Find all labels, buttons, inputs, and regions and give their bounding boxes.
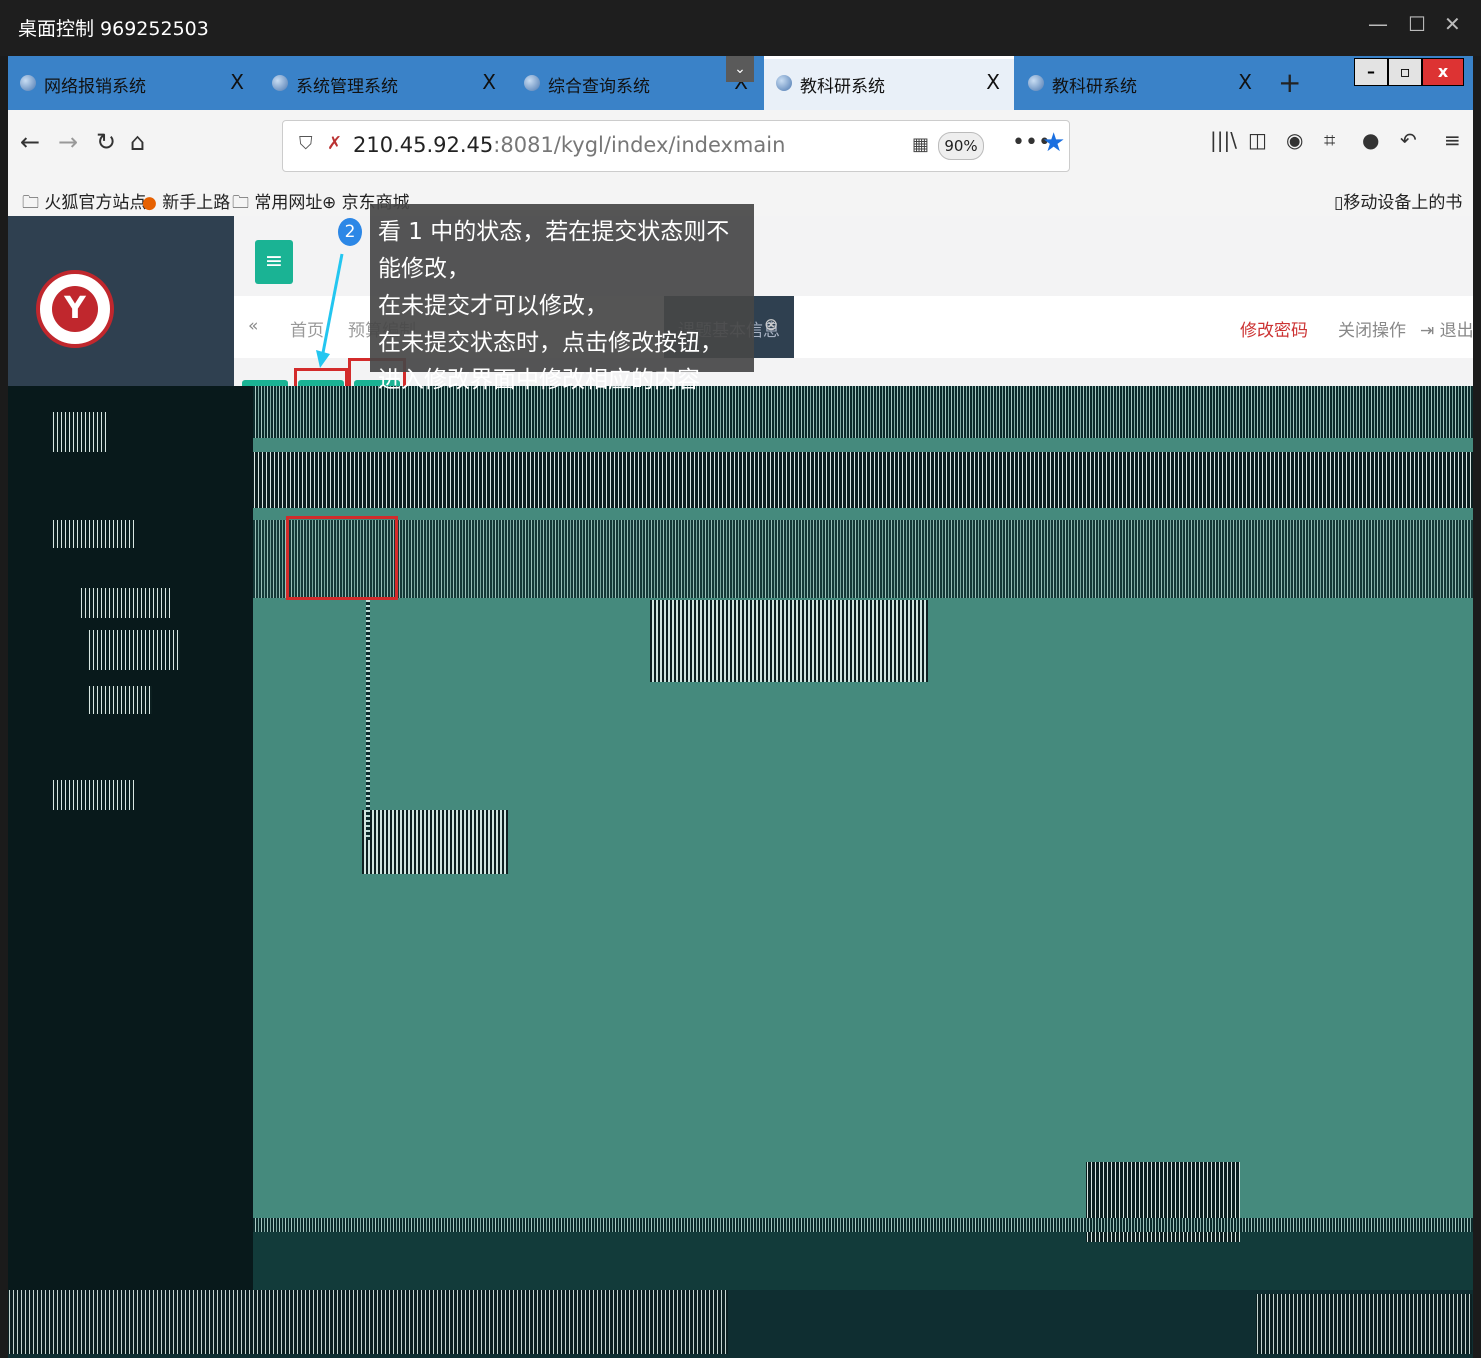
glitch-noise (52, 412, 106, 452)
library-icon[interactable]: |||\ (1210, 128, 1237, 152)
maximize-window-icon[interactable]: ☐ (1408, 12, 1426, 36)
close-tab-icon[interactable]: X (1238, 70, 1252, 94)
browser-tab-label: 网络报销系统 (44, 77, 146, 97)
browser-tab-label: 综合查询系统 (548, 77, 650, 97)
logo-emblem: Y (52, 286, 98, 332)
glitch-noise (88, 686, 152, 714)
tabs-scroll-left-icon[interactable]: « (248, 316, 258, 336)
close-operations-dropdown[interactable]: 关闭操作 (1338, 316, 1406, 341)
logout-label: 退出 (1439, 321, 1474, 341)
callout-line: 在未提交才可以修改， (378, 293, 608, 319)
university-logo: Y (36, 270, 114, 348)
menu-icon[interactable]: ≡ (1444, 128, 1461, 152)
callout-line: 进入修改界面中修改相应的内容 (378, 367, 700, 393)
globe-icon (272, 75, 288, 91)
glitch-noise (253, 1218, 1473, 1232)
status-highlight-box (286, 516, 398, 600)
qr-code-icon[interactable]: ▦ (912, 134, 929, 155)
url-path: :8081/kygl/index/indexmain (493, 133, 786, 157)
insecure-lock-icon[interactable]: ✗ (327, 133, 342, 154)
close-tab-icon[interactable]: X (482, 70, 496, 94)
bookmark-item[interactable]: 🗀 火狐官方站点 (22, 188, 146, 219)
glitch-line (366, 600, 370, 840)
globe-icon (1028, 75, 1044, 91)
account-icon[interactable]: ◉ (1286, 128, 1303, 152)
glitch-noise (650, 600, 928, 682)
folder-icon: 🗀 (232, 193, 249, 213)
globe-icon (20, 75, 36, 91)
bookmark-star-icon[interactable]: ★ (1042, 128, 1065, 158)
globe-icon: ⊕ (322, 193, 337, 213)
glitch-noise (253, 452, 1473, 508)
home-icon[interactable]: ⌂ (130, 128, 145, 156)
glitch-noise (88, 630, 180, 670)
glitch-noise (52, 520, 134, 548)
instruction-callout: 看 1 中的状态，若在提交状态则不能修改， 在未提交才可以修改， 在未提交状态时… (370, 204, 754, 393)
browser-tab[interactable]: 综合查询系统 X (512, 56, 762, 110)
chevron-down-icon[interactable]: ⌄ (726, 56, 754, 82)
url-text[interactable]: 210.45.92.45:8081/kygl/index/indexmain (353, 133, 785, 157)
url-host: 210.45.92.45 (353, 133, 494, 157)
bookmark-label: 常用网址 (254, 193, 323, 213)
close-tab-icon[interactable]: X (230, 70, 244, 94)
close-window-icon[interactable]: ✕ (1444, 12, 1461, 36)
remote-close-icon[interactable]: x (1422, 58, 1464, 86)
back-icon[interactable]: ← (20, 128, 40, 156)
zoom-level[interactable]: 90% (938, 132, 984, 160)
corrupted-content-region (253, 386, 1473, 1218)
folder-icon: 🗀 (22, 193, 39, 213)
remote-minimize-icon[interactable]: – (1354, 58, 1388, 86)
bookmark-item[interactable]: ● 新手上路 (142, 188, 230, 213)
callout-arrow-icon (316, 253, 344, 368)
browser-tab[interactable]: 教科研系统 X (1016, 56, 1266, 110)
new-tab-icon[interactable]: + (1278, 66, 1301, 99)
firefox-icon: ● (142, 193, 157, 213)
window-title: 桌面控制 969252503 (18, 18, 209, 40)
browser-tab-active[interactable]: 教科研系统 X (764, 56, 1014, 110)
callout-line: 看 1 中的状态，若在提交状态则不能修改， (378, 219, 730, 282)
forward-icon[interactable]: → (58, 128, 78, 156)
glitch-noise (80, 588, 170, 618)
bookmark-item[interactable]: 🗀 常用网址 (232, 188, 322, 219)
shield-icon[interactable]: ⛉ (299, 133, 313, 154)
bookmark-label: 新手上路 (162, 193, 231, 213)
browser-tab-label: 教科研系统 (800, 77, 885, 97)
globe-icon (776, 75, 792, 91)
logout-icon: ⇥ (1420, 321, 1435, 341)
callout-step-number: 2 (338, 218, 362, 246)
logout-link[interactable]: ⇥ 退出 (1420, 316, 1474, 341)
remote-window-controls: – ▫ x (1354, 58, 1466, 88)
window-title-bar: 桌面控制 969252503 — ☐ ✕ (0, 0, 1481, 56)
browser-tab[interactable]: 系统管理系统 X (260, 56, 510, 110)
browser-tab-label: 系统管理系统 (296, 77, 398, 97)
screenshot-icon[interactable]: ⌗ (1324, 128, 1335, 152)
glitch-noise (52, 780, 134, 810)
browser-tab-label: 教科研系统 (1052, 77, 1137, 97)
remote-restore-icon[interactable]: ▫ (1388, 58, 1422, 86)
glitch-noise (1256, 1294, 1472, 1354)
globe-icon (524, 75, 540, 91)
glitch-noise (362, 810, 508, 874)
callout-line: 在未提交状态时，点击修改按钮， (378, 330, 723, 356)
close-tab-icon[interactable]: ⊗ (764, 315, 778, 335)
glitch-noise (253, 520, 1473, 598)
minimize-window-icon[interactable]: — (1368, 12, 1388, 36)
menu-toggle-button[interactable]: ≡ (255, 240, 293, 284)
browser-tab[interactable]: 网络报销系统 X (8, 56, 258, 110)
close-tab-icon[interactable]: X (986, 70, 1000, 94)
undo-icon[interactable]: ↶ (1400, 128, 1417, 152)
chat-icon[interactable]: ● (1362, 128, 1379, 152)
bookmark-label: 火狐官方站点 (44, 193, 147, 213)
sidebar-icon[interactable]: ◫ (1248, 128, 1267, 152)
glitch-noise (8, 1290, 728, 1354)
reload-icon[interactable]: ↻ (96, 128, 116, 156)
folder-icon: ▯ (1334, 193, 1344, 213)
change-password-link[interactable]: 修改密码 (1240, 316, 1308, 341)
